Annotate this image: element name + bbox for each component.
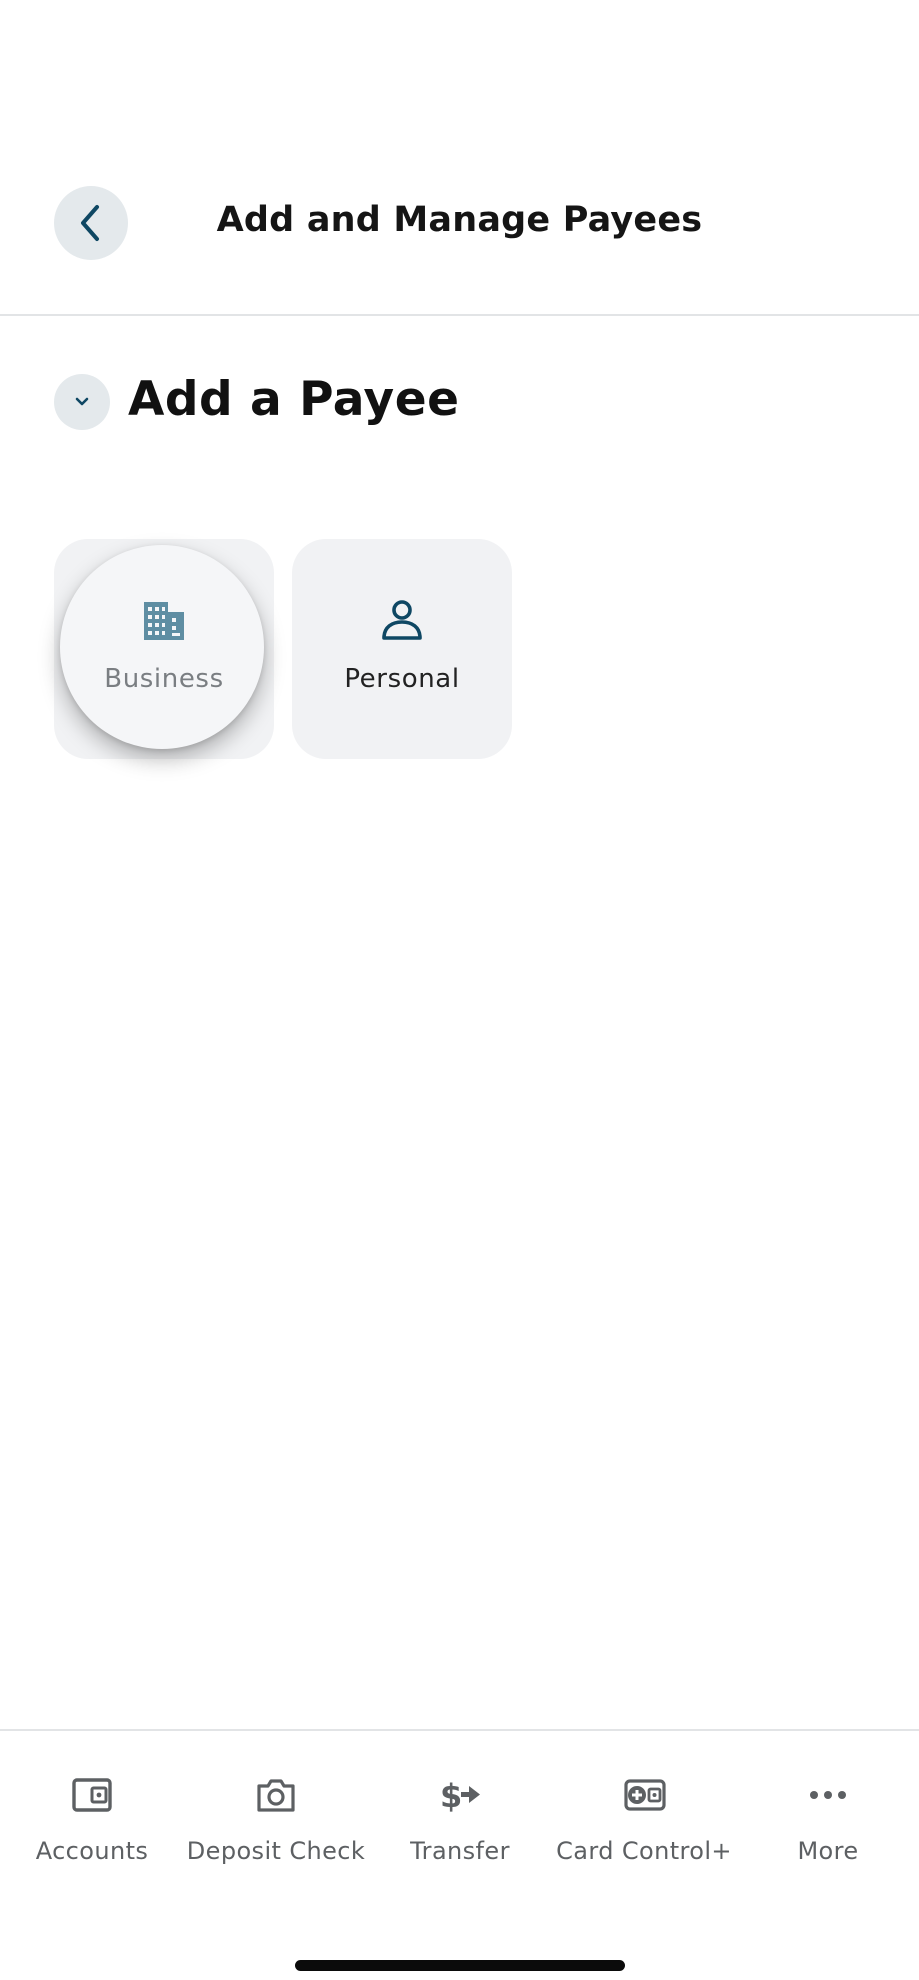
page-title: Add and Manage Payees: [216, 200, 703, 240]
svg-text:$: $: [440, 1777, 462, 1815]
section-title: Add a Payee: [128, 372, 460, 427]
section-collapse-button[interactable]: [54, 374, 110, 430]
nav-accounts[interactable]: Accounts: [0, 1773, 184, 1865]
nav-card-control[interactable]: Card Control+: [552, 1773, 736, 1865]
nav-accounts-label: Accounts: [35, 1837, 149, 1865]
business-payee-button[interactable]: Business: [54, 539, 274, 759]
bottom-nav: Accounts Deposit Check $ Transfer Card C…: [0, 1729, 919, 1980]
header-bar: Add and Manage Payees: [0, 0, 919, 316]
personal-label: Personal: [344, 664, 460, 694]
building-icon: [144, 602, 184, 640]
nav-more[interactable]: More: [736, 1773, 919, 1865]
nav-card-control-label: Card Control+: [556, 1837, 732, 1865]
nav-more-label: More: [797, 1837, 859, 1865]
card-control-icon: [624, 1779, 666, 1811]
nav-deposit-check-label: Deposit Check: [186, 1837, 366, 1865]
person-icon: [382, 600, 422, 640]
personal-payee-button[interactable]: Personal: [292, 539, 512, 759]
chevron-down-icon: [75, 397, 89, 406]
nav-deposit-check[interactable]: Deposit Check: [184, 1773, 368, 1865]
camera-icon: [257, 1779, 295, 1812]
screen: Add and Manage Payees Add a Payee Busine…: [0, 0, 919, 1980]
nav-transfer-label: Transfer: [410, 1837, 510, 1865]
dollar-transfer-icon: $: [440, 1777, 480, 1815]
nav-transfer[interactable]: $ Transfer: [368, 1773, 552, 1865]
more-dots-icon: [810, 1791, 846, 1799]
home-indicator[interactable]: [295, 1960, 625, 1971]
wallet-icon: [72, 1778, 112, 1812]
business-label: Business: [104, 664, 224, 694]
